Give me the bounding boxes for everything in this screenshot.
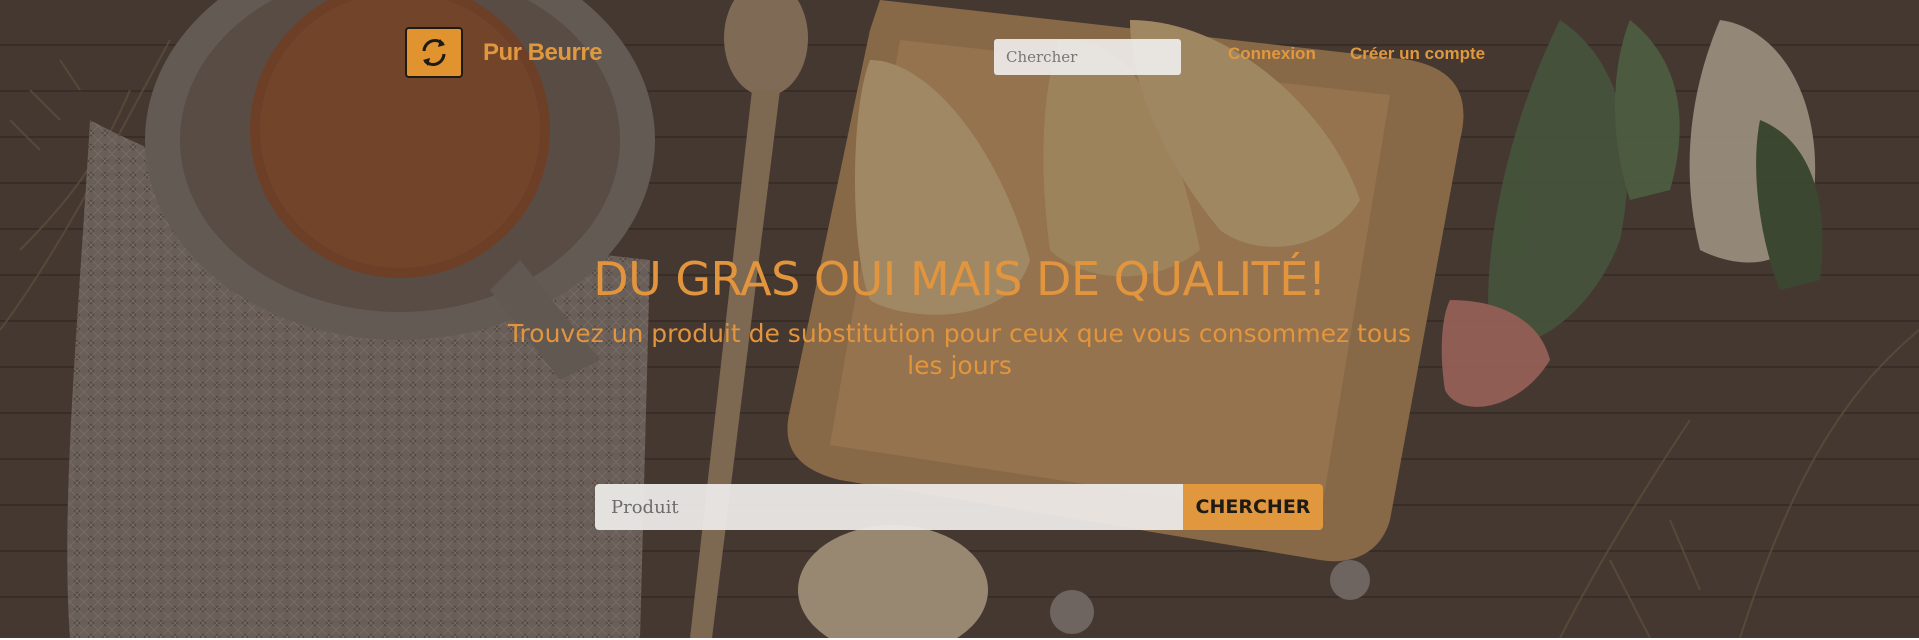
- search-button[interactable]: CHERCHER: [1183, 484, 1323, 530]
- logo[interactable]: [405, 27, 463, 78]
- product-search-input[interactable]: [595, 484, 1183, 530]
- nav-search-input[interactable]: [994, 39, 1181, 75]
- brand-name[interactable]: Pur Beurre: [483, 39, 603, 67]
- hero-title: DU GRAS OUI MAIS DE QUALITÉ!: [593, 252, 1326, 306]
- signup-link[interactable]: Créer un compte: [1350, 44, 1485, 64]
- refresh-arrows-icon: [422, 39, 446, 66]
- hero-subtitle: Trouvez un produit de substitution pour …: [507, 319, 1412, 380]
- hero-section: Pur Beurre Connexion Créer un compte DU …: [0, 0, 1919, 638]
- login-link[interactable]: Connexion: [1228, 44, 1316, 64]
